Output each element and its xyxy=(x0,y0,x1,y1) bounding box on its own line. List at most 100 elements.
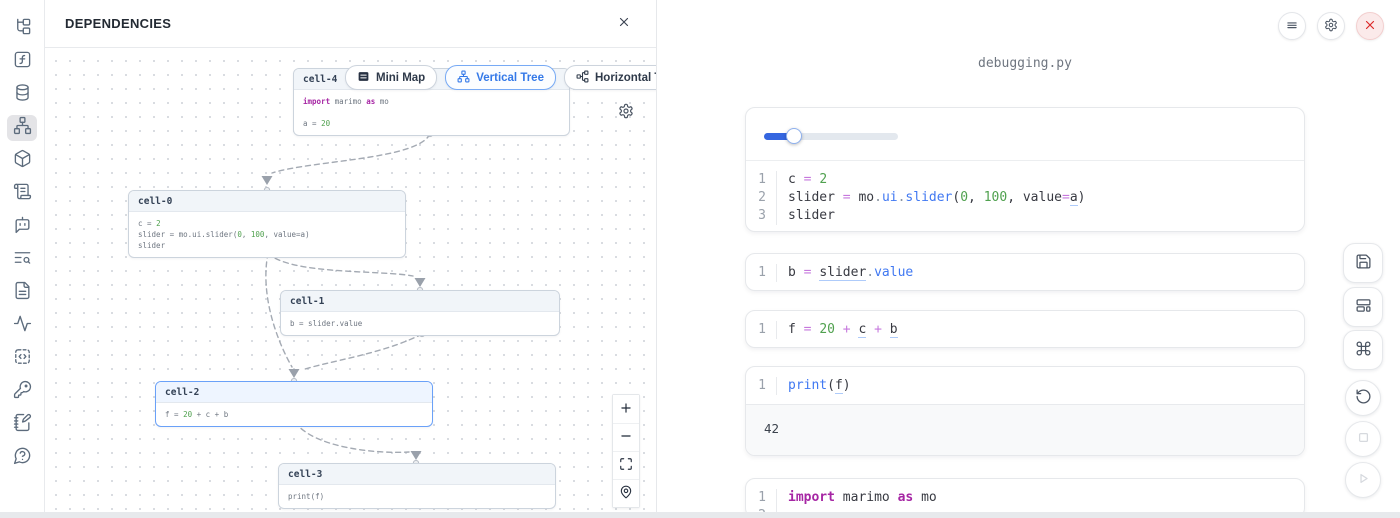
sidebar-item-search[interactable] xyxy=(7,247,37,273)
file-text-icon xyxy=(13,281,32,305)
slider-track[interactable] xyxy=(764,133,898,140)
file-tree-icon xyxy=(13,17,32,41)
sidebar-item-variables[interactable] xyxy=(7,49,37,75)
graph-node-cell-1[interactable]: cell-1 b = slider.value xyxy=(280,290,560,336)
maximize-icon xyxy=(619,457,633,474)
graph-node-cell-0[interactable]: cell-0 c = 2slider = mo.ui.slider(0, 100… xyxy=(128,190,406,258)
stop-icon xyxy=(1355,429,1372,449)
run-button[interactable] xyxy=(1345,462,1381,498)
undo-button[interactable] xyxy=(1345,380,1381,416)
graph-node-title: cell-3 xyxy=(279,464,555,485)
center-view-button[interactable] xyxy=(613,479,639,507)
graph-settings-button[interactable] xyxy=(616,102,636,122)
stop-button[interactable] xyxy=(1345,421,1381,457)
dependencies-header: DEPENDENCIES xyxy=(45,0,656,48)
notebook-cell-import[interactable]: 1import marimo as mo2 xyxy=(745,478,1305,518)
code-editor[interactable]: 1print(f) xyxy=(746,367,1304,404)
slider-output-area xyxy=(746,108,1304,161)
notebook-cell-f[interactable]: 1f = 20 + c + b xyxy=(745,310,1305,348)
zoom-out-button[interactable] xyxy=(613,423,639,451)
dependencies-panel: DEPENDENCIES xyxy=(45,0,657,518)
sidebar-item-dependencies[interactable] xyxy=(7,115,37,141)
cell-output: 42 xyxy=(746,404,1304,456)
command-icon xyxy=(1355,340,1372,360)
close-icon xyxy=(1363,18,1377,35)
gear-icon xyxy=(618,107,634,122)
graph-view-toolbar: Mini Map Vertical Tree Horizontal Tree xyxy=(345,65,656,90)
graph-zoom-controls xyxy=(612,394,640,508)
layout-panels-icon xyxy=(1355,297,1372,317)
hamburger-icon xyxy=(1285,18,1299,35)
gear-icon xyxy=(1324,18,1338,35)
icon-sidebar xyxy=(0,0,45,518)
sidebar-item-files[interactable] xyxy=(7,16,37,42)
play-icon xyxy=(1355,470,1372,490)
graph-node-code: import marimo as mo a = 20 xyxy=(294,90,569,135)
sidebar-item-datasources[interactable] xyxy=(7,82,37,108)
scroll-logs-icon xyxy=(13,182,32,206)
text-search-icon xyxy=(13,248,32,272)
panel-title: DEPENDENCIES xyxy=(65,16,171,31)
command-palette-button[interactable] xyxy=(1343,330,1383,370)
notebook-settings-button[interactable] xyxy=(1317,12,1345,40)
notebook-cell-slider[interactable]: 1c = 22slider = mo.ui.slider(0, 100, val… xyxy=(745,107,1305,232)
sidebar-item-snippets[interactable] xyxy=(7,346,37,372)
notebook-cell-print[interactable]: 1print(f) 42 xyxy=(745,366,1305,456)
bot-chat-icon xyxy=(13,215,32,239)
horizontal-tree-icon xyxy=(576,70,589,86)
dependency-graph-icon xyxy=(13,116,32,140)
graph-node-code: b = slider.value xyxy=(281,312,559,335)
sidebar-item-help[interactable] xyxy=(7,445,37,471)
graph-node-title: cell-2 xyxy=(156,382,432,403)
layout-button[interactable] xyxy=(1343,287,1383,327)
graph-node-title: cell-0 xyxy=(129,191,405,212)
package-box-icon xyxy=(13,149,32,173)
minimap-button[interactable]: Mini Map xyxy=(345,65,437,90)
notebook-cell-b[interactable]: 1b = slider.value xyxy=(745,253,1305,291)
marimo-app: DEPENDENCIES xyxy=(0,0,1400,518)
notebook-filename: debugging.py xyxy=(745,56,1305,71)
horizontal-tree-button[interactable]: Horizontal Tree xyxy=(564,65,656,90)
graph-node-code: f = 20 + c + b xyxy=(156,403,432,426)
minus-icon xyxy=(619,429,633,446)
undo-icon xyxy=(1355,388,1372,408)
sidebar-item-tracing[interactable] xyxy=(7,313,37,339)
vertical-tree-button[interactable]: Vertical Tree xyxy=(445,65,556,90)
sidebar-item-logs[interactable] xyxy=(7,181,37,207)
save-icon xyxy=(1355,253,1372,273)
scratchpad-pen-icon xyxy=(13,413,32,437)
sidebar-item-chat[interactable] xyxy=(7,214,37,240)
slider-handle[interactable] xyxy=(786,128,802,144)
graph-node-title: cell-1 xyxy=(281,291,559,312)
close-icon xyxy=(617,15,631,32)
shutdown-button[interactable] xyxy=(1356,12,1384,40)
vertical-tree-icon xyxy=(457,70,470,86)
snippets-code-icon xyxy=(13,347,32,371)
sidebar-item-documentation[interactable] xyxy=(7,280,37,306)
plus-icon xyxy=(619,401,633,418)
database-icon xyxy=(13,83,32,107)
code-editor[interactable]: 1c = 22slider = mo.ui.slider(0, 100, val… xyxy=(746,161,1304,232)
zoom-in-button[interactable] xyxy=(613,395,639,423)
map-pin-icon xyxy=(619,485,633,502)
key-icon xyxy=(13,380,32,404)
sidebar-item-scratchpad[interactable] xyxy=(7,412,37,438)
graph-node-cell-2[interactable]: cell-2 f = 20 + c + b xyxy=(155,381,433,427)
sidebar-item-packages[interactable] xyxy=(7,148,37,174)
function-square-icon xyxy=(13,50,32,74)
code-editor[interactable]: 1import marimo as mo2 xyxy=(746,479,1304,518)
panel-close-button[interactable] xyxy=(612,12,636,36)
fit-view-button[interactable] xyxy=(613,451,639,479)
code-editor[interactable]: 1b = slider.value xyxy=(746,254,1304,291)
code-editor[interactable]: 1f = 20 + c + b xyxy=(746,311,1304,348)
activity-icon xyxy=(13,314,32,338)
notebook-menu-button[interactable] xyxy=(1278,12,1306,40)
sidebar-item-secrets[interactable] xyxy=(7,379,37,405)
save-button[interactable] xyxy=(1343,243,1383,283)
minimap-icon xyxy=(357,70,370,86)
graph-node-code: c = 2slider = mo.ui.slider(0, 100, value… xyxy=(129,212,405,257)
notebook-area: debugging.py 1c = 22slider = mo.ui.slide… xyxy=(657,0,1400,518)
dependency-graph-canvas[interactable]: cell-4 import marimo as mo a = 20 cell-0… xyxy=(45,48,656,512)
graph-node-cell-3[interactable]: cell-3 print(f) xyxy=(278,463,556,509)
graph-node-code: print(f) xyxy=(279,485,555,508)
